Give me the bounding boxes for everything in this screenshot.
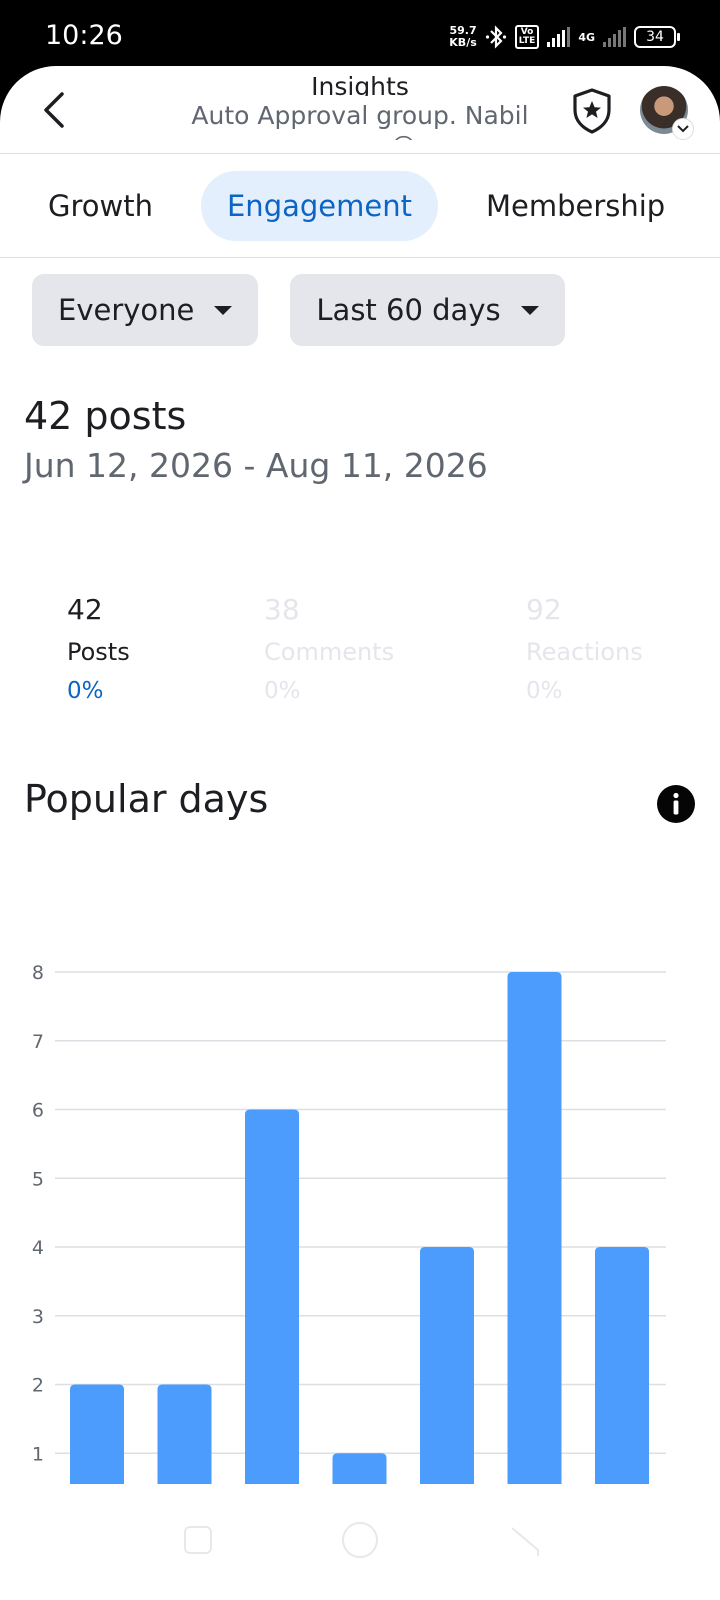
- volte-bottom: LTE: [518, 36, 536, 46]
- metric-value: 42: [67, 593, 103, 626]
- metric-label: Reactions: [526, 638, 643, 666]
- avatar[interactable]: [640, 86, 694, 140]
- metric-change: 0%: [67, 678, 104, 704]
- bluetooth-icon: [485, 25, 506, 49]
- insights-tabs: Growth Engagement Membership: [0, 154, 720, 258]
- tab-membership[interactable]: Membership: [460, 171, 691, 241]
- system-nav-bar: [0, 1484, 720, 1600]
- y-tick-label: 2: [32, 1375, 44, 1397]
- recent-apps-button[interactable]: [184, 1526, 212, 1554]
- y-tick-label: 3: [32, 1306, 44, 1328]
- summary: 42 posts Jun 12, 2026 - Aug 11, 2026: [0, 346, 720, 485]
- popular-days-chart: 12345678MonTueWedThuFriSatSun: [32, 962, 666, 1548]
- metric-reactions[interactable]: 92 Reactions 0%: [526, 593, 643, 704]
- group-name: Auto Approval group. Nabil meme 😛: [191, 101, 529, 140]
- date-range-text: Jun 12, 2026 - Aug 11, 2026: [24, 446, 488, 485]
- metric-value: 92: [526, 593, 562, 626]
- date-range-dropdown[interactable]: Last 60 days: [290, 274, 565, 346]
- network-speed: 59.7 KB/s: [449, 25, 476, 49]
- page-title: Insights: [311, 72, 409, 96]
- back-button[interactable]: [36, 88, 76, 132]
- status-time: 10:26: [45, 20, 123, 51]
- metric-label: Comments: [264, 638, 395, 666]
- volte-icon: Vo LTE: [514, 25, 540, 49]
- admin-shield-icon[interactable]: [570, 86, 614, 136]
- signal-icon: [547, 27, 571, 47]
- audience-dropdown[interactable]: Everyone: [32, 274, 259, 346]
- date-range-dropdown-label: Last 60 days: [316, 293, 501, 327]
- metric-posts[interactable]: 42 Posts 0%: [67, 593, 130, 704]
- bar-sun: [595, 1247, 649, 1522]
- bar-wed: [245, 1109, 299, 1522]
- chevron-down-icon: [672, 118, 694, 140]
- y-tick-label: 5: [32, 1168, 44, 1190]
- audience-dropdown-label: Everyone: [58, 293, 195, 327]
- metric-change: 0%: [526, 678, 563, 704]
- signal-icon-2: [603, 27, 626, 47]
- tab-growth[interactable]: Growth: [22, 171, 179, 241]
- app-screen: Insights Auto Approval group. Nabil meme…: [0, 66, 720, 1600]
- tab-engagement[interactable]: Engagement: [200, 170, 438, 241]
- bar-fri: [420, 1247, 474, 1522]
- caret-down-icon: [214, 305, 233, 315]
- y-tick-label: 7: [32, 1031, 44, 1053]
- posts-count-title: 42 posts: [24, 394, 187, 438]
- metrics-row: 42 Posts 0% 38 Comments 0% 92 Reactions …: [0, 593, 720, 733]
- metric-label: Posts: [67, 638, 130, 666]
- popular-days-title: Popular days: [24, 777, 269, 821]
- y-tick-label: 1: [32, 1443, 44, 1465]
- network-speed-unit: KB/s: [449, 36, 477, 49]
- header: Insights Auto Approval group. Nabil meme…: [0, 66, 720, 154]
- caret-down-icon: [520, 305, 539, 315]
- y-tick-label: 6: [32, 1100, 44, 1122]
- metric-comments[interactable]: 38 Comments 0%: [264, 593, 394, 704]
- status-bar: 10:26 59.7 KB/s Vo LTE 4G 34: [0, 0, 720, 70]
- battery-icon: 34: [634, 26, 680, 48]
- y-tick-label: 4: [32, 1237, 44, 1259]
- network-type: 4G: [578, 30, 595, 44]
- home-button[interactable]: [342, 1522, 378, 1558]
- filters: Everyone Last 60 days: [0, 258, 720, 346]
- info-icon[interactable]: [657, 785, 695, 823]
- metric-change: 0%: [264, 678, 301, 704]
- popular-days-header: Popular days: [0, 769, 720, 859]
- metric-value: 38: [264, 593, 300, 626]
- status-icons: 59.7 KB/s Vo LTE 4G 34: [449, 24, 680, 50]
- bar-sat: [507, 972, 562, 1522]
- system-back-button[interactable]: [508, 1520, 548, 1560]
- y-tick-label: 8: [32, 962, 44, 984]
